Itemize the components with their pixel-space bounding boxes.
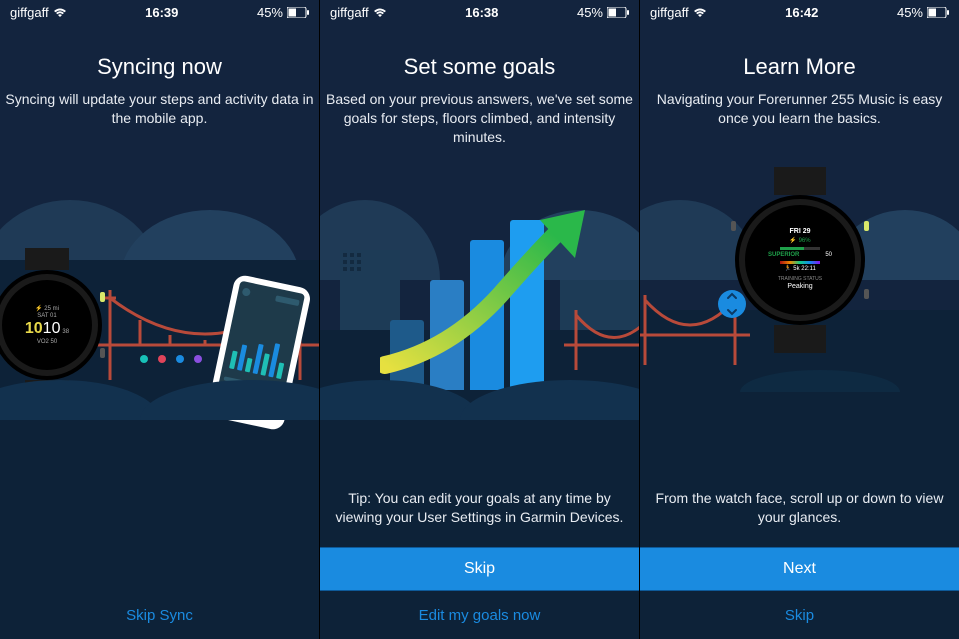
watch-icon: FRI 29 ⚡ 96% SUPERIOR50 🏃 5k 22:11 TRAIN…	[735, 195, 865, 325]
clock-label: 16:42	[785, 5, 818, 20]
battery-icon	[287, 7, 309, 18]
screen-syncing: giffgaff 16:39 45% Syncing now Syncing w…	[0, 0, 320, 639]
page-subtitle: Based on your previous answers, we've se…	[320, 80, 639, 147]
carrier-label: giffgaff	[330, 5, 369, 20]
skip-button[interactable]: Skip	[640, 591, 959, 639]
wifi-icon	[53, 7, 67, 18]
skip-sync-button[interactable]: Skip Sync	[0, 591, 319, 639]
carrier-label: giffgaff	[650, 5, 689, 20]
screen-learn-more: giffgaff 16:42 45% Learn More Navigating…	[640, 0, 959, 639]
page-dots	[140, 355, 202, 363]
battery-icon	[927, 7, 949, 18]
battery-label: 45%	[257, 5, 283, 20]
battery-label: 45%	[897, 5, 923, 20]
status-bar: giffgaff 16:39 45%	[0, 0, 319, 24]
page-subtitle: Navigating your Forerunner 255 Music is …	[640, 80, 959, 128]
page-title: Syncing now	[0, 54, 319, 80]
skip-button[interactable]: Skip	[320, 547, 639, 591]
page-subtitle: Syncing will update your steps and activ…	[0, 80, 319, 128]
carrier-label: giffgaff	[10, 5, 49, 20]
page-title: Learn More	[640, 54, 959, 80]
clock-label: 16:39	[145, 5, 178, 20]
wifi-icon	[373, 7, 387, 18]
wifi-icon	[693, 7, 707, 18]
tip-text: Tip: You can edit your goals at any time…	[320, 479, 639, 547]
battery-label: 45%	[577, 5, 603, 20]
edit-goals-button[interactable]: Edit my goals now	[320, 591, 639, 639]
next-button[interactable]: Next	[640, 547, 959, 591]
tip-text: From the watch face, scroll up or down t…	[640, 479, 959, 547]
status-bar: giffgaff 16:38 45%	[320, 0, 639, 24]
scroll-indicator-icon	[718, 290, 746, 318]
screen-goals: giffgaff 16:38 45% Set some goals Based …	[320, 0, 640, 639]
illustration: ⚡ 25 mi SAT 01 1010 38 VO2 50	[0, 150, 319, 639]
clock-label: 16:38	[465, 5, 498, 20]
chart-icon	[390, 210, 570, 390]
status-bar: giffgaff 16:42 45%	[640, 0, 959, 24]
battery-icon	[607, 7, 629, 18]
page-title: Set some goals	[320, 54, 639, 80]
